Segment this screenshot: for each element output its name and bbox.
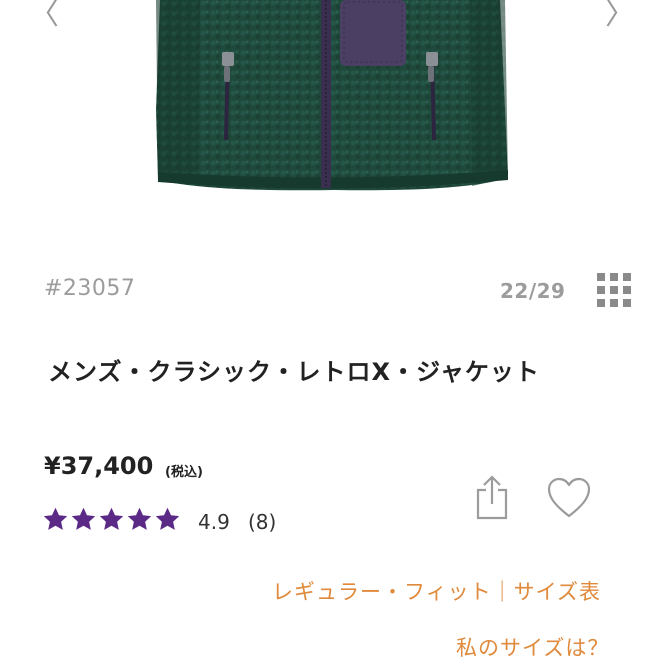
product-image	[156, 0, 508, 191]
star-icon	[99, 507, 124, 530]
heart-icon	[547, 477, 591, 518]
rating-stars[interactable]	[42, 506, 181, 533]
star-icon	[127, 507, 152, 530]
product-price: ¥37,400	[44, 452, 154, 480]
chevron-left-icon[interactable]: 〈	[24, 0, 64, 34]
grid-view-button[interactable]	[596, 272, 632, 308]
review-count[interactable]: (8)	[248, 510, 276, 534]
star-icon	[71, 507, 96, 530]
star-icon	[43, 507, 68, 530]
image-counter: 22/29	[500, 279, 566, 303]
chevron-right-icon[interactable]: 〉	[600, 0, 640, 34]
product-title: メンズ・クラシック・レトロX・ジャケット	[48, 358, 540, 386]
share-button[interactable]	[472, 474, 512, 520]
favorite-button[interactable]	[546, 476, 592, 520]
rating-value: 4.9	[198, 510, 230, 534]
share-icon	[476, 475, 508, 520]
my-size-link[interactable]: 私のサイズは？	[456, 632, 609, 662]
grid-icon	[597, 273, 631, 307]
star-icon	[155, 507, 180, 530]
product-number: #23057	[44, 276, 136, 301]
product-image-gallery[interactable]: 〈 〉	[0, 0, 664, 236]
tax-note: (税込)	[165, 465, 203, 480]
size-chart-link[interactable]: レギュラー・フィット｜サイズ表	[272, 576, 601, 606]
